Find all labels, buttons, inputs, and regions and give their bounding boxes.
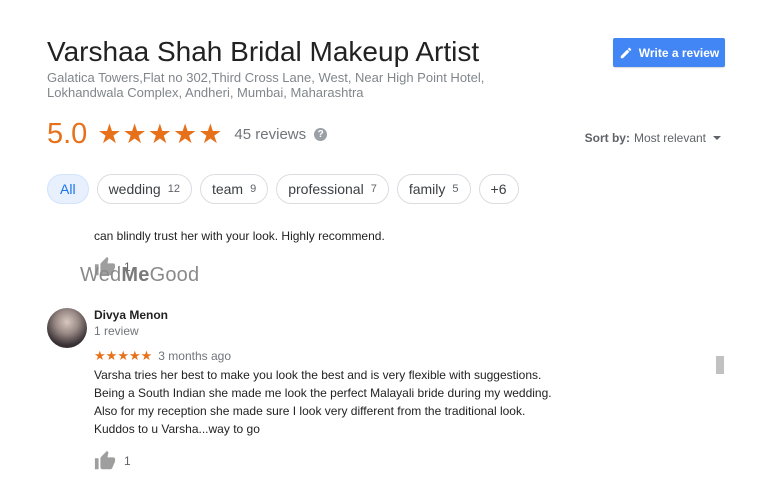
chip-label: wedding	[108, 181, 161, 197]
chip-label: family	[408, 181, 446, 197]
write-review-button[interactable]: Write a review	[613, 38, 725, 67]
filter-chip-professional[interactable]: professional 7	[276, 174, 389, 204]
star-icon: ★	[172, 118, 198, 149]
reviewer-review-count: 1 review	[94, 324, 139, 338]
rating-stars: ★ ★ ★ ★ ★	[97, 118, 223, 149]
star-icon: ★	[97, 118, 122, 149]
review-time: 3 months ago	[158, 349, 231, 363]
like-count: 1	[124, 454, 131, 468]
filter-chips: All wedding 12 team 9 professional 7 fam…	[47, 174, 519, 204]
business-name: Varshaa Shah Bridal Makeup Artist	[47, 36, 480, 67]
chip-label: team	[211, 181, 244, 197]
business-address: Galatica Towers,Flat no 302,Third Cross …	[47, 70, 485, 100]
chip-label: +6	[490, 181, 507, 197]
filter-chip-all[interactable]: All	[47, 174, 89, 204]
star-icon: ★	[198, 118, 223, 149]
scrollbar-thumb[interactable]	[716, 356, 724, 374]
wedmegood-watermark: WedMeGood	[80, 264, 200, 286]
review-like[interactable]: 1	[94, 450, 131, 472]
help-icon[interactable]: ?	[314, 127, 328, 141]
pencil-icon	[620, 47, 632, 58]
chip-count: 5	[452, 183, 459, 195]
sort-dropdown[interactable]: Sort by: Most relevant	[585, 131, 721, 145]
star-icon: ★	[128, 348, 141, 363]
star-icon: ★	[140, 348, 153, 363]
filter-chip-family[interactable]: family 5	[396, 174, 471, 204]
star-icon: ★	[105, 348, 118, 363]
review-stars: ★★★★★	[94, 347, 152, 365]
chip-count: 7	[370, 183, 377, 195]
filter-chip-wedding[interactable]: wedding 12	[96, 174, 192, 204]
write-review-label: Write a review	[638, 45, 720, 60]
rating-value: 5.0	[47, 117, 88, 150]
reviews-count: 45 reviews	[234, 125, 307, 143]
previous-review-snippet: can blindly trust her with your look. Hi…	[94, 229, 385, 243]
review-text: Varsha tries her best to make you look t…	[94, 368, 552, 436]
star-icon: ★	[117, 348, 129, 363]
chip-label: professional	[288, 181, 364, 197]
star-icon: ★	[122, 118, 147, 149]
filter-chip-more[interactable]: +6	[478, 174, 519, 204]
star-icon: ★	[94, 348, 106, 363]
chip-label: All	[60, 181, 76, 197]
star-icon: ★	[147, 118, 172, 149]
sort-label: Sort by:	[584, 131, 630, 145]
reviewer-name[interactable]: Divya Menon	[94, 308, 168, 322]
chip-count: 12	[167, 183, 180, 195]
review-rating: ★★★★★ 3 months ago	[94, 347, 231, 365]
thumbs-up-icon	[94, 450, 116, 470]
caret-down-icon	[713, 136, 721, 140]
rating-summary: 5.0 ★ ★ ★ ★ ★ 45 reviews ?	[47, 116, 328, 152]
avatar[interactable]	[47, 308, 87, 348]
chip-count: 9	[250, 183, 257, 195]
filter-chip-team[interactable]: team 9	[199, 174, 269, 204]
sort-value: Most relevant	[633, 131, 706, 145]
